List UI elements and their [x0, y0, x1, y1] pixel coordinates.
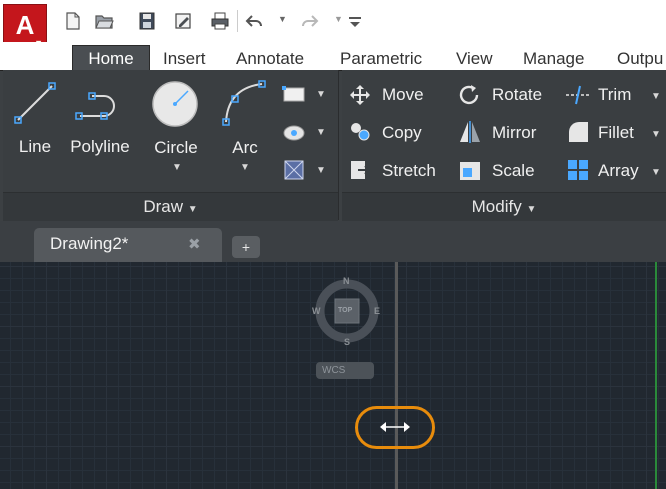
compass-south: S	[344, 337, 351, 347]
resize-cursor-icon	[380, 422, 410, 432]
arc-tool-label[interactable]: Arc	[223, 138, 267, 158]
circle-tool-icon[interactable]	[150, 79, 200, 129]
undo-dropdown-icon[interactable]: ▼	[278, 14, 287, 24]
stretch-label[interactable]: Stretch	[382, 161, 436, 181]
region-dropdown-icon[interactable]: ▼	[316, 165, 326, 176]
line-tool-label[interactable]: Line	[10, 137, 60, 157]
new-tab-button[interactable]: +	[232, 236, 260, 258]
modify-panel-footer[interactable]: Modify ▼	[342, 192, 666, 221]
toolbar-separator	[237, 10, 238, 32]
tab-output[interactable]: Outpu	[617, 44, 663, 72]
circle-tool-label[interactable]: Circle	[148, 138, 204, 158]
fillet-label[interactable]: Fillet	[598, 123, 634, 143]
modify-panel-expand-icon: ▼	[526, 204, 537, 215]
tab-parametric[interactable]: Parametric	[340, 44, 422, 72]
customize-toolbar-icon[interactable]	[346, 11, 364, 31]
tab-insert[interactable]: Insert	[163, 44, 206, 72]
array-dropdown-icon[interactable]: ▼	[651, 167, 661, 178]
modify-panel-title: Modify	[471, 197, 522, 216]
stretch-icon[interactable]	[348, 158, 372, 182]
polyline-tool-icon[interactable]	[74, 82, 130, 124]
rotate-label[interactable]: Rotate	[492, 85, 542, 105]
rectangle-dropdown-icon[interactable]: ▼	[316, 89, 326, 100]
copy-label[interactable]: Copy	[382, 123, 422, 143]
save-as-icon[interactable]	[173, 11, 193, 31]
trim-icon[interactable]	[564, 84, 592, 106]
open-folder-icon[interactable]	[94, 11, 114, 31]
fillet-icon[interactable]	[566, 120, 590, 144]
viewcube-face-label[interactable]: TOP	[338, 307, 352, 314]
tab-home-label: Home	[88, 49, 134, 68]
draw-panel-expand-icon: ▼	[187, 204, 198, 215]
tab-manage[interactable]: Manage	[523, 44, 584, 72]
array-icon[interactable]	[566, 158, 590, 182]
scale-label[interactable]: Scale	[492, 161, 535, 181]
redo-dropdown-icon[interactable]: ▼	[334, 14, 343, 24]
compass-east: E	[374, 306, 381, 316]
fillet-dropdown-icon[interactable]: ▼	[651, 129, 661, 140]
file-tab-label[interactable]: Drawing2*	[50, 234, 128, 254]
save-icon[interactable]	[137, 11, 157, 31]
rotate-icon[interactable]	[458, 84, 482, 106]
tab-annotate[interactable]: Annotate	[236, 44, 304, 72]
print-icon[interactable]	[210, 11, 230, 31]
close-tab-icon[interactable]: ✖	[188, 235, 201, 253]
draw-panel-title: Draw	[143, 197, 184, 216]
new-file-icon[interactable]	[63, 11, 83, 31]
mirror-icon[interactable]	[458, 120, 482, 144]
copy-icon[interactable]	[348, 120, 372, 144]
trim-label[interactable]: Trim	[598, 85, 631, 105]
tab-home[interactable]: Home	[72, 45, 150, 72]
hatch-tool-icon[interactable]	[282, 121, 306, 143]
compass-west: W	[312, 306, 321, 316]
array-label[interactable]: Array	[598, 161, 639, 181]
redo-icon[interactable]	[300, 11, 320, 31]
rectangle-tool-icon[interactable]	[282, 83, 306, 105]
autocad-logo-icon: A	[15, 10, 35, 40]
move-icon[interactable]	[348, 84, 372, 106]
mirror-label[interactable]: Mirror	[492, 123, 536, 143]
polyline-tool-label[interactable]: Polyline	[66, 137, 134, 157]
draw-panel-footer[interactable]: Draw ▼	[3, 192, 338, 221]
scale-icon[interactable]	[458, 158, 482, 182]
viewcube[interactable]: N S E W TOP	[312, 276, 382, 347]
hatch-dropdown-icon[interactable]: ▼	[316, 127, 326, 138]
y-axis-line	[655, 262, 657, 489]
arc-dropdown-icon[interactable]: ▼	[240, 162, 250, 173]
application-menu-button[interactable]: A ▼	[3, 4, 47, 48]
trim-dropdown-icon[interactable]: ▼	[651, 91, 661, 102]
tab-view[interactable]: View	[456, 44, 493, 72]
move-label[interactable]: Move	[382, 85, 424, 105]
line-tool-icon[interactable]	[12, 80, 58, 126]
undo-icon[interactable]	[244, 11, 264, 31]
compass-north: N	[343, 276, 350, 286]
region-tool-icon[interactable]	[282, 158, 306, 182]
arc-tool-icon[interactable]	[218, 78, 268, 128]
drawing-axis-line	[395, 262, 398, 489]
wcs-menu[interactable]: WCS	[316, 362, 374, 379]
circle-dropdown-icon[interactable]: ▼	[172, 162, 182, 173]
